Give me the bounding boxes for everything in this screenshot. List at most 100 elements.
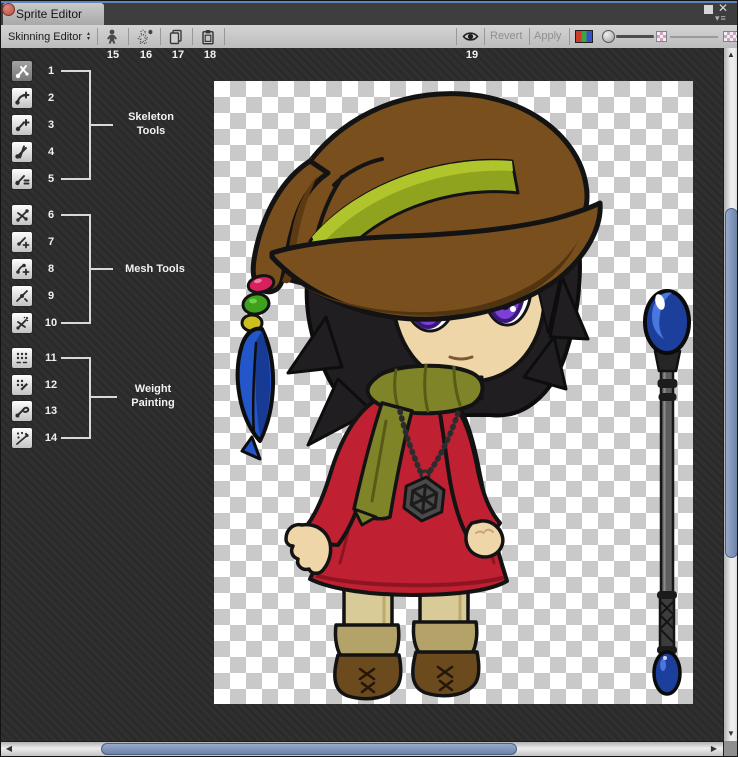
auto-weights-tool-icon bbox=[14, 350, 30, 366]
tool-callout: 13 bbox=[39, 400, 63, 422]
edit-bone-tool[interactable] bbox=[11, 60, 33, 82]
tool-callout: 8 bbox=[39, 258, 63, 280]
revert-button[interactable]: Revert bbox=[490, 30, 522, 42]
tool-callout: 11 bbox=[39, 347, 63, 369]
create-bone-tool[interactable] bbox=[11, 87, 33, 109]
weight-painting-label: Weight Painting bbox=[113, 382, 193, 410]
weight-brush-tool-icon bbox=[14, 403, 30, 419]
toolbar-separator bbox=[569, 28, 570, 45]
create-vertex-tool[interactable] bbox=[11, 231, 33, 253]
create-edge-tool-icon bbox=[14, 261, 30, 277]
mip-slider-track[interactable] bbox=[670, 36, 718, 38]
horizontal-scrollbar[interactable]: ◀ ▶ bbox=[1, 741, 723, 756]
scroll-right-icon[interactable]: ▶ bbox=[707, 742, 721, 756]
weight-slider-tool[interactable] bbox=[11, 374, 33, 396]
restore-bind-pose-icon[interactable] bbox=[102, 29, 122, 45]
texture-chip-icon bbox=[656, 31, 667, 42]
callout-16: 16 bbox=[135, 49, 157, 61]
toolbar-separator bbox=[529, 28, 530, 45]
skeleton-tools-bracket bbox=[61, 70, 91, 180]
weight-painting-bracket bbox=[61, 357, 91, 439]
maximize-icon[interactable] bbox=[704, 5, 713, 14]
mesh-tools-label: Mesh Tools bbox=[113, 262, 197, 276]
copy-icon[interactable] bbox=[166, 29, 186, 45]
dropdown-arrows-icon: ▴▾ bbox=[87, 32, 90, 41]
auto-geometry-tool-icon bbox=[14, 315, 30, 331]
tool-callout: 14 bbox=[39, 427, 63, 449]
scroll-down-icon[interactable]: ▼ bbox=[724, 727, 738, 741]
preview-pose-icon[interactable] bbox=[134, 29, 154, 45]
tool-callout: 2 bbox=[39, 87, 63, 109]
toolbar-separator bbox=[484, 28, 485, 45]
chibi-witch-character-sprite bbox=[214, 81, 693, 704]
sprite-canvas[interactable] bbox=[214, 81, 693, 704]
staff bbox=[645, 291, 689, 694]
tool-callout: 5 bbox=[39, 168, 63, 190]
sprite-editor-window: Sprite Editor ✕ ▾≡ Skinning Editor ▴▾ bbox=[0, 0, 738, 757]
scroll-up-icon[interactable]: ▲ bbox=[724, 48, 738, 62]
callout-18: 18 bbox=[199, 49, 221, 61]
split-bone-tool-icon bbox=[14, 144, 30, 160]
tool-callout: 12 bbox=[39, 374, 63, 396]
tab-sprite-editor[interactable]: Sprite Editor bbox=[3, 3, 104, 25]
toolbar-separator bbox=[224, 28, 225, 45]
apply-button[interactable]: Apply bbox=[534, 30, 562, 42]
callout-17: 17 bbox=[167, 49, 189, 61]
auto-weights-tool[interactable] bbox=[11, 347, 33, 369]
reparent-bone-tool-icon bbox=[14, 171, 30, 187]
zoom-slider-track[interactable] bbox=[616, 35, 654, 38]
vertical-scrollbar[interactable]: ▲ ▼ bbox=[723, 48, 738, 741]
toolbar-separator bbox=[456, 28, 457, 45]
witch-hat bbox=[253, 94, 600, 320]
paste-icon[interactable] bbox=[198, 29, 218, 45]
tool-callout: 6 bbox=[39, 204, 63, 226]
toolbar-separator bbox=[128, 28, 129, 45]
edit-geometry-tool-icon bbox=[14, 207, 30, 223]
create-vertex-tool-icon bbox=[14, 234, 30, 250]
create-bone-tool-icon bbox=[14, 90, 30, 106]
split-edge-tool[interactable] bbox=[11, 285, 33, 307]
vertical-scrollbar-thumb[interactable] bbox=[725, 208, 738, 558]
weight-slider-tool-icon bbox=[14, 377, 30, 393]
toolbar: Skinning Editor ▴▾ bbox=[1, 25, 737, 49]
weight-brush-tool[interactable] bbox=[11, 400, 33, 422]
mode-dropdown-label: Skinning Editor bbox=[8, 31, 82, 43]
toolbar-separator bbox=[97, 28, 98, 45]
focus-accent-line bbox=[1, 1, 737, 3]
mesh-tools-bracket-stem bbox=[91, 268, 113, 270]
horizontal-scrollbar-thumb[interactable] bbox=[101, 743, 517, 755]
free-bone-tool-icon bbox=[14, 117, 30, 133]
create-edge-tool[interactable] bbox=[11, 258, 33, 280]
auto-geometry-tool[interactable] bbox=[11, 312, 33, 334]
tab-title: Sprite Editor bbox=[16, 7, 82, 21]
mode-dropdown[interactable]: Skinning Editor ▴▾ bbox=[4, 27, 96, 46]
tool-callout: 4 bbox=[39, 141, 63, 163]
scroll-left-icon[interactable]: ◀ bbox=[2, 742, 16, 756]
toolbar-separator bbox=[192, 28, 193, 45]
reparent-bone-tool[interactable] bbox=[11, 168, 33, 190]
tool-callout: 9 bbox=[39, 285, 63, 307]
scrollbar-corner bbox=[723, 741, 738, 756]
split-edge-tool-icon bbox=[14, 288, 30, 304]
toolbar-separator bbox=[160, 28, 161, 45]
close-icon[interactable]: ✕ bbox=[718, 3, 728, 13]
tool-callout: 7 bbox=[39, 231, 63, 253]
record-dot-icon bbox=[2, 3, 15, 16]
bone-influence-tool-icon bbox=[14, 430, 30, 446]
free-bone-tool[interactable] bbox=[11, 114, 33, 136]
split-bone-tool[interactable] bbox=[11, 141, 33, 163]
skeleton-tools-bracket-stem bbox=[91, 124, 113, 126]
hat-beads-and-feather bbox=[238, 273, 276, 459]
visibility-icon[interactable] bbox=[461, 29, 480, 44]
zoom-slider-handle[interactable] bbox=[602, 30, 615, 43]
title-bar: Sprite Editor ✕ ▾≡ bbox=[1, 1, 737, 25]
tool-callout: 3 bbox=[39, 114, 63, 136]
tool-callout: 10 bbox=[39, 312, 63, 334]
bone-influence-tool[interactable] bbox=[11, 427, 33, 449]
skeleton-tools-label: Skeleton Tools bbox=[111, 110, 191, 138]
callout-15: 15 bbox=[102, 49, 124, 61]
edit-geometry-tool[interactable] bbox=[11, 204, 33, 226]
texture-chip-icon bbox=[723, 31, 738, 42]
rgb-alpha-toggle[interactable] bbox=[575, 30, 593, 43]
window-menu-icon[interactable]: ▾≡ bbox=[715, 13, 727, 23]
